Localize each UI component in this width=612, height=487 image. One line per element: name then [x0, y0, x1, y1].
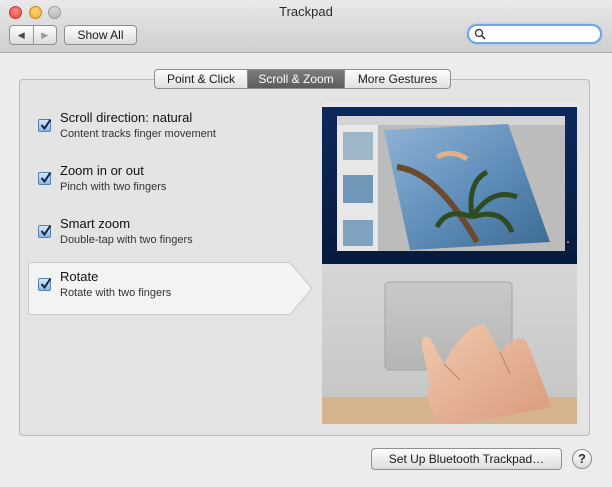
- option-title: Scroll direction: natural: [60, 110, 193, 125]
- tab-bar: Point & Click Scroll & Zoom More Gesture…: [154, 69, 451, 89]
- title-bar: Trackpad ◀ ▶ Show All: [0, 0, 612, 53]
- preferences-window: Trackpad ◀ ▶ Show All Point & Click Scro…: [0, 0, 612, 487]
- checkmark-icon: [40, 277, 52, 290]
- search-icon: [474, 28, 486, 40]
- option-rotate[interactable]: Rotate Rotate with two fingers: [30, 263, 298, 311]
- option-title: Smart zoom: [60, 216, 131, 231]
- set-up-bluetooth-trackpad-button[interactable]: Set Up Bluetooth Trackpad…: [371, 448, 562, 470]
- option-scroll-direction[interactable]: Scroll direction: natural Content tracks…: [30, 104, 298, 152]
- option-zoom-in-out[interactable]: Zoom in or out Pinch with two fingers: [30, 157, 298, 205]
- rotate-gesture-illustration: [322, 102, 577, 424]
- forward-arrow-icon: ▶: [41, 29, 49, 40]
- search-input[interactable]: [489, 27, 597, 43]
- checkmark-icon: [40, 171, 52, 184]
- option-subtitle: Rotate with two fingers: [60, 287, 172, 299]
- option-subtitle: Content tracks finger movement: [60, 128, 216, 140]
- option-title: Zoom in or out: [60, 163, 144, 178]
- option-subtitle: Pinch with two fingers: [60, 181, 167, 193]
- tab-point-and-click[interactable]: Point & Click: [154, 69, 248, 89]
- checkmark-icon: [40, 118, 52, 131]
- back-forward-control: ◀ ▶: [9, 25, 57, 45]
- back-arrow-icon: ◀: [17, 29, 25, 40]
- scroll-direction-checkbox[interactable]: [38, 118, 52, 132]
- show-all-button[interactable]: Show All: [64, 25, 137, 45]
- gesture-preview-video: [322, 102, 577, 424]
- back-button[interactable]: ◀: [10, 26, 33, 44]
- option-title: Rotate: [60, 269, 99, 284]
- checkmark-icon: [40, 224, 52, 237]
- window-title: Trackpad: [279, 4, 333, 19]
- tab-scroll-and-zoom[interactable]: Scroll & Zoom: [248, 69, 345, 89]
- help-button[interactable]: ?: [572, 449, 592, 469]
- rotate-checkbox[interactable]: [38, 277, 52, 291]
- smart-zoom-checkbox[interactable]: [38, 224, 52, 238]
- option-smart-zoom[interactable]: Smart zoom Double-tap with two fingers: [30, 210, 298, 258]
- forward-button[interactable]: ▶: [32, 26, 57, 44]
- option-subtitle: Double-tap with two fingers: [60, 234, 193, 246]
- search-field[interactable]: [467, 24, 602, 44]
- tab-more-gestures[interactable]: More Gestures: [345, 69, 451, 89]
- zoom-in-out-checkbox[interactable]: [38, 171, 52, 185]
